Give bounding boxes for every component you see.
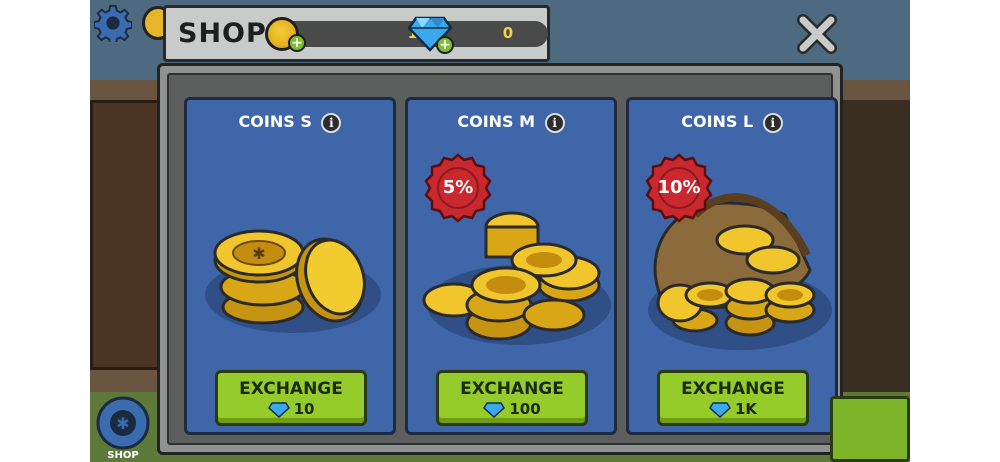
diamond-icon (267, 401, 290, 418)
add-coins-button[interactable]: + (288, 34, 306, 52)
product-card-coins-l: COINS L i 10% EXCHANGE 1K (626, 97, 838, 435)
game-screen: SHOP 11 + 0 + COIN (90, 0, 910, 462)
coin-pile-small-icon: ✱ (205, 229, 381, 333)
shop-header: SHOP 11 + 0 + (163, 5, 550, 62)
page-title: SHOP (178, 18, 267, 49)
product-title-text: COINS M (457, 112, 536, 131)
background-action-button (830, 396, 910, 462)
info-icon[interactable]: i (321, 112, 342, 133)
price: 1K (660, 400, 806, 418)
product-title: COINS L i (629, 112, 835, 133)
price-value: 1K (734, 400, 758, 418)
info-icon[interactable]: i (544, 112, 565, 133)
price: 10 (218, 400, 364, 418)
exchange-button[interactable]: EXCHANGE 10 (215, 370, 367, 426)
exchange-label: EXCHANGE (239, 379, 343, 399)
price-value: 100 (509, 400, 541, 418)
product-card-coins-s: COINS S i ✱ EXCHANGE 10 (184, 97, 396, 435)
price-value: 10 (293, 400, 315, 418)
shop-nav-button[interactable]: ✱ (96, 396, 150, 450)
product-title: COINS S i (187, 112, 393, 133)
exchange-label: EXCHANGE (681, 379, 785, 399)
diamond-icon (483, 401, 506, 418)
price: 100 (439, 400, 585, 418)
discount-label: 10% (657, 177, 701, 198)
product-title-text: COINS L (681, 112, 754, 131)
product-title-text: COINS S (238, 112, 312, 131)
shop-panel: COINS S i ✱ EXCHANGE 10 COINS M i 5% EXC… (157, 63, 843, 455)
product-card-coins-m: COINS M i 5% EXCHANGE 100 (405, 97, 617, 435)
close-icon[interactable] (795, 12, 839, 56)
gem-count: 0 (502, 24, 514, 42)
svg-text:✱: ✱ (116, 414, 129, 433)
exchange-button[interactable]: EXCHANGE 100 (436, 370, 588, 426)
svg-text:✱: ✱ (252, 244, 265, 263)
discount-label: 5% (442, 177, 474, 198)
exchange-label: EXCHANGE (460, 379, 564, 399)
exchange-button[interactable]: EXCHANGE 1K (657, 370, 809, 426)
info-icon[interactable]: i (762, 112, 783, 133)
gear-icon[interactable] (94, 4, 132, 42)
product-title: COINS M i (408, 112, 614, 133)
diamond-icon (709, 401, 731, 418)
add-gems-button[interactable]: + (436, 36, 454, 54)
shop-nav-label: SHOP (107, 450, 139, 461)
shop-panel-inner: COINS S i ✱ EXCHANGE 10 COINS M i 5% EXC… (167, 73, 838, 445)
